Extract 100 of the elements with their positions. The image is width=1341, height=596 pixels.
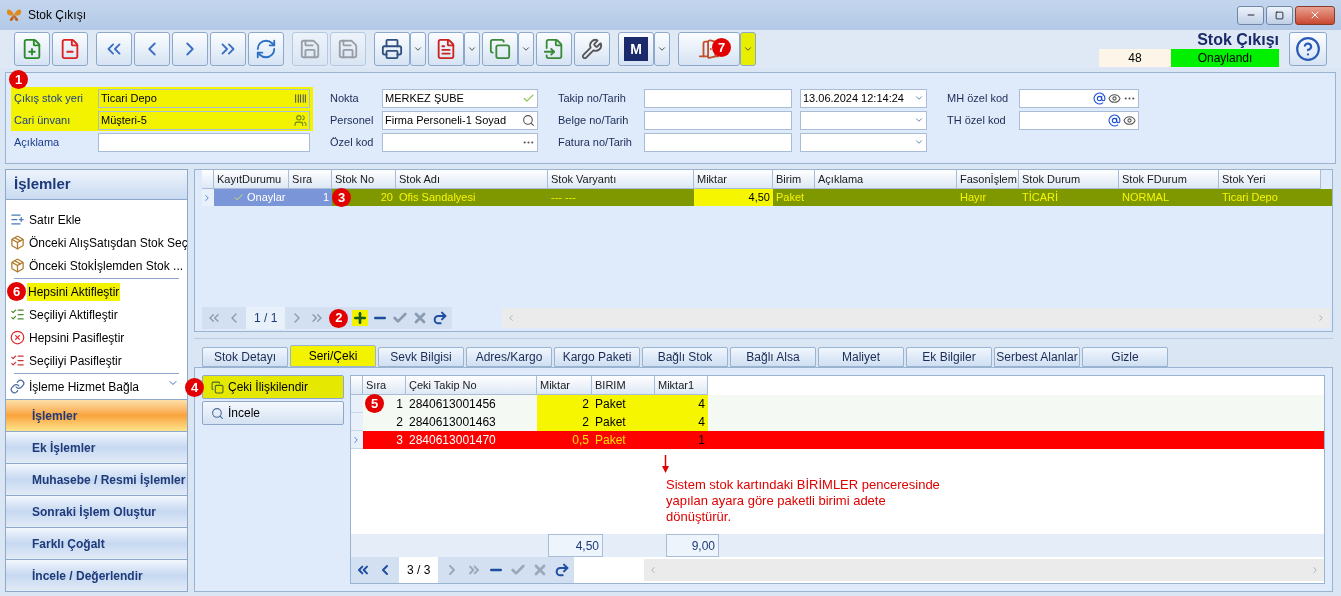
sidebar-group[interactable]: Sonraki İşlem Oluştur [6,495,187,527]
table-cell-text: Ofis Sandalyesi [398,190,477,206]
column-header[interactable]: Stok Yeri [1219,170,1321,189]
table-cell-text: 20 [379,190,394,206]
table-cell-text: NORMAL [1121,190,1171,206]
field-label: Cari ünvanı [14,112,72,128]
table-cell-text: TİCARİ [1021,190,1060,206]
table-cell-text: 2840613001463 [408,414,497,431]
field-label: Açıklama [14,134,61,150]
table-cell-text: Ticari Depo [1221,190,1279,206]
grid-row[interactable]: Onaylar 1 3 20 Ofis Sandalyesi --- --- 4,50 Paket Hayır TİCARİ NORMAL Ticari Depo [202,189,1332,206]
note-text: Sistem stok kartındaki BİRİMLER penceresinde yapılan ayara göre paketli birimi adete dönüştürür. [666,477,941,525]
column-header[interactable]: Sıra [363,376,406,395]
step-badge: 5 [365,394,384,413]
field-label: Özel kod [330,134,375,150]
sidebar-item[interactable]: Hepsini Aktifleştir [27,282,121,301]
tab[interactable]: Stok Detayı [202,347,288,367]
column-header[interactable]: Stok FDurum [1119,170,1219,189]
column-header[interactable]: Miktar1 [655,376,708,395]
sidebar-group[interactable]: Ek İşlemler [6,431,187,463]
tab[interactable]: Sevk Bilgisi [378,347,464,367]
field-label: Belge no/Tarih [558,112,630,128]
tab[interactable]: Serbest Alanlar [994,347,1080,367]
table-cell-text: 2840613001470 [408,432,497,449]
tab[interactable]: Adres/Kargo [466,347,552,367]
page-indicator: 3 / 3 [399,557,439,583]
table-cell: Paket [592,413,655,431]
document-number: 48 [1099,49,1171,67]
table-cell-text: 1 [697,432,706,449]
tab[interactable]: Kargo Paketi [554,347,640,367]
column-header[interactable]: KayıtDurumu [214,170,289,189]
sidebar-group[interactable]: Farklı Çoğalt [6,527,187,559]
page-indicator: 1 / 1 [246,307,286,329]
field-label: Nokta [330,90,360,106]
action-button[interactable]: İncele [202,401,344,425]
table-cell-text: 2 [395,414,404,431]
column-header[interactable]: Çeki Takip No [406,376,537,395]
grid-row[interactable]: 5 1 2840613001456 2 Paket 4 [351,395,1324,413]
column-header[interactable]: Miktar [537,376,592,395]
action-button[interactable]: Çeki İlişkilendir [202,375,344,399]
column-header[interactable]: Fasonİşlem [957,170,1019,189]
table-cell-text: 3 [395,432,404,449]
status-label: Onaylandı [1171,49,1279,67]
column-header[interactable]: Açıklama [815,170,957,189]
column-header[interactable]: Birim [773,170,815,189]
grid-row[interactable]: 2 2840613001463 2 Paket 4 [351,413,1324,431]
column-header[interactable]: Stok Adı [396,170,548,189]
tab[interactable]: Seri/Çeki [290,345,376,367]
sidebar-item[interactable]: İşleme Hizmet Bağla [28,377,141,396]
step-badge: 6 [7,282,26,301]
tab[interactable]: Bağlı Alsa [730,347,816,367]
step-badge: 1 [9,70,28,89]
toolbar-button[interactable]: M [618,32,654,66]
column-header[interactable]: Sıra [289,170,332,189]
column-header[interactable]: Stok Varyantı [548,170,694,189]
tab[interactable]: Maliyet [818,347,904,367]
field-label: Personel [330,112,375,128]
column-header[interactable]: Stok No [332,170,396,189]
sidebar-group[interactable]: İncele / Değerlendir [6,559,187,591]
sidebar-item[interactable]: Seçiliyi Aktifleştir [28,305,119,324]
table-cell: 2 [537,395,592,413]
table-cell: 4 [655,395,708,413]
field-label: TH özel kod [947,112,1007,128]
sidebar-item[interactable]: Satır Ekle [28,210,83,229]
tab[interactable]: Bağlı Stok [642,347,728,367]
sidebar-item[interactable]: Seçiliyi Pasifleştir [28,351,123,370]
total-cell: 4,50 [548,534,603,557]
field-label: Fatura no/Tarih [558,134,633,150]
table-cell-text: --- --- [550,190,578,206]
table-cell-text: Paket [775,190,806,206]
table-cell: 4,50 [694,189,773,206]
sidebar-group[interactable]: Muhasebe / Resmi İşlemler [6,463,187,495]
input-field[interactable]: Ticari Depo [98,88,310,108]
table-cell-text: 1 [395,396,404,413]
sidebar-item[interactable]: Önceki AlışSatışdan Stok Seç [28,233,187,252]
column-header[interactable]: Stok Durum [1019,170,1119,189]
sidebar-item[interactable]: Önceki Stokİşlemden Stok ... [28,256,185,275]
step-badge: 3 [332,188,351,207]
table-cell-text: 0,5 [571,432,590,449]
total-cell: 9,00 [666,534,719,557]
tab[interactable]: Gizle [1082,347,1168,367]
table-cell-text: 2840613001456 [408,396,497,413]
table-cell: Paket [592,395,655,413]
field-label: Takip no/Tarih [558,90,627,106]
sidebar-group[interactable]: İşlemler [6,399,187,431]
tab[interactable]: Ek Bilgiler [906,347,992,367]
input-field[interactable]: Müşteri-5 [98,110,310,130]
sidebar-item[interactable]: Hepsini Pasifleştir [28,328,126,347]
sidebar-title: İşlemler [14,174,71,195]
input-field[interactable]: MERKEZ ŞUBE [382,88,538,108]
grid-row[interactable]: 3 2840613001470 0,5 Paket 1 [351,431,1324,449]
field-label: MH özel kod [947,90,1010,106]
date-field[interactable]: 13.06.2024 12:14:24 [800,88,927,108]
table-cell: Onaylar [214,189,289,206]
column-header[interactable]: Miktar [694,170,773,189]
document-title: Stok Çıkışı [1197,31,1279,49]
table-cell: 2 [537,413,592,431]
input-field[interactable]: Firma Personeli-1 Soyad [382,110,538,130]
column-header[interactable]: BIRIM [592,376,655,395]
window-title: Stok Çıkışı [28,7,86,24]
